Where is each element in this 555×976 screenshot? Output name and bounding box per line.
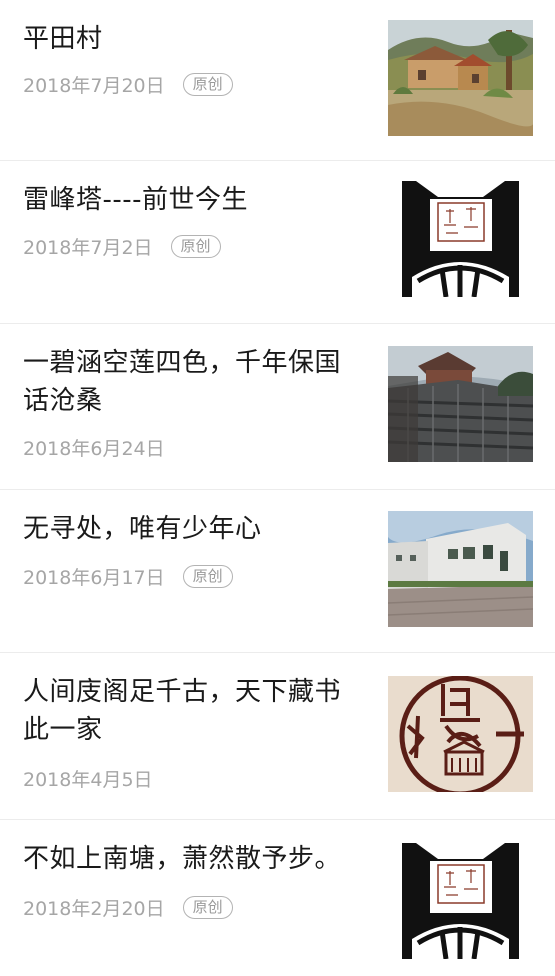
article-title: 无寻处，唯有少年心: [23, 514, 262, 544]
original-badge: 原创: [182, 565, 233, 588]
article-meta: 2018年7月2日 原创: [23, 233, 221, 260]
article-meta: 2018年4月5日: [23, 765, 153, 792]
es-seal-thumbnail[interactable]: ES: [388, 181, 533, 297]
article-date: 2018年7月2日: [23, 237, 153, 259]
article-meta: 2018年6月24日: [23, 434, 165, 461]
article-date: 2018年2月20日: [23, 898, 165, 920]
article-title: 不如上南塘，萧然散予步。: [23, 844, 342, 874]
es-seal-logo: ES: [388, 181, 533, 297]
seal-es-text: ES: [492, 946, 506, 957]
es-seal-thumbnail[interactable]: ES: [388, 843, 533, 959]
village-painting-thumbnail[interactable]: [388, 20, 533, 136]
article-title: 雷峰塔----前世今生: [23, 185, 249, 215]
es-seal-logo: ES: [388, 843, 533, 959]
article-list: 平田村 2018年7月20日 原创 雷峰塔----前世今生 2018年7月2日 …: [0, 0, 555, 976]
list-item[interactable]: 一碧涵空莲四色，千年保国话沧桑 2018年6月24日: [0, 324, 555, 490]
list-item[interactable]: 平田村 2018年7月20日 原创: [0, 0, 555, 161]
seal-es-text: ES: [492, 284, 506, 295]
article-meta: 2018年7月20日 原创: [23, 71, 233, 98]
temple-roof-image: [388, 346, 533, 462]
article-date: 2018年6月17日: [23, 567, 165, 589]
library-seal-thumbnail[interactable]: [388, 676, 533, 792]
library-seal-logo: [388, 676, 533, 792]
article-date: 2018年7月20日: [23, 75, 165, 97]
original-badge: 原创: [182, 73, 233, 96]
article-title: 人间庋阁足千古，天下藏书此一家: [23, 677, 342, 745]
article-title: 平田村: [23, 24, 103, 54]
article-meta: 2018年2月20日 原创: [23, 894, 233, 921]
article-meta: 2018年6月17日 原创: [23, 563, 233, 590]
temple-roof-thumbnail[interactable]: [388, 346, 533, 462]
list-item[interactable]: 无寻处，唯有少年心 2018年6月17日 原创: [0, 490, 555, 653]
article-date: 2018年4月5日: [23, 769, 153, 791]
modern-building-thumbnail[interactable]: [388, 511, 533, 627]
list-item[interactable]: 不如上南塘，萧然散予步。 2018年2月20日 原创 ES: [0, 820, 555, 976]
village-painting-image: [388, 20, 533, 136]
modern-building-image: [388, 511, 533, 627]
list-item[interactable]: 雷峰塔----前世今生 2018年7月2日 原创 ES: [0, 161, 555, 324]
original-badge: 原创: [182, 896, 233, 919]
original-badge: 原创: [170, 235, 221, 258]
article-title: 一碧涵空莲四色，千年保国话沧桑: [23, 348, 342, 416]
list-item[interactable]: 人间庋阁足千古，天下藏书此一家 2018年4月5日: [0, 653, 555, 820]
article-date: 2018年6月24日: [23, 438, 165, 460]
